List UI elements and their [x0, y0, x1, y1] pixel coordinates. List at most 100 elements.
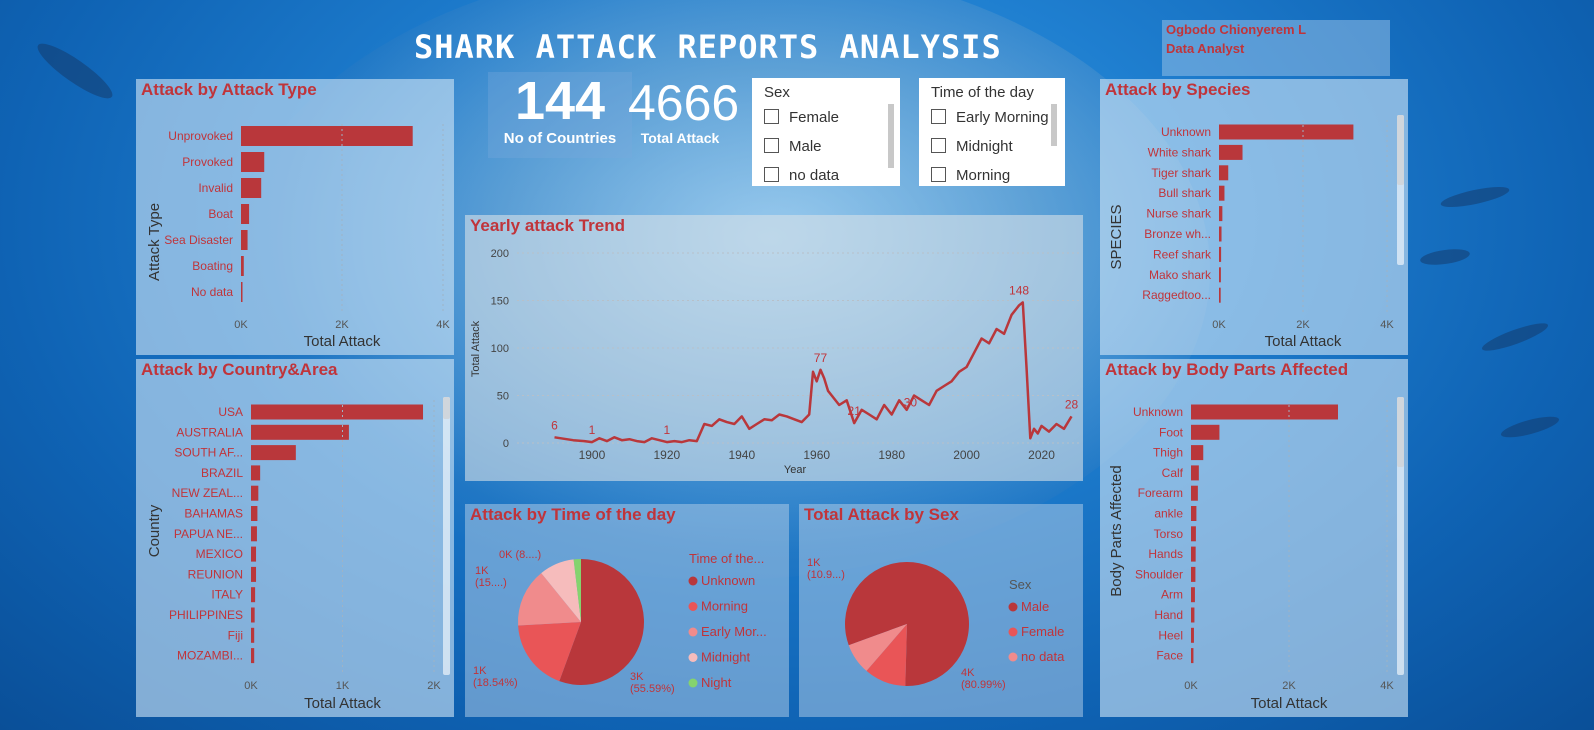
bar: [251, 424, 349, 440]
data-label: 3K: [630, 671, 644, 683]
y-tick-label: 150: [491, 296, 509, 308]
slicer-option-female[interactable]: Female: [764, 109, 839, 126]
bar: [251, 506, 258, 521]
category-label: MEXICO: [196, 547, 243, 561]
category-label: Arm: [1161, 588, 1183, 602]
bar: [251, 627, 255, 643]
sex-chart: 4K(80.99%) 1K(10.9...) Sex Male Female no dat…: [807, 557, 1065, 691]
legend-label: Male: [1021, 599, 1049, 614]
kpi-countries-label: No of Countries: [503, 130, 617, 147]
legend-label: Unknown: [701, 573, 755, 588]
background-fish: [1419, 246, 1471, 268]
x-tick-label: 1900: [579, 448, 606, 462]
bar: [1191, 404, 1338, 420]
slicer-option-midnight[interactable]: Midnight: [931, 138, 1013, 155]
bar: [1191, 648, 1194, 664]
x-tick-label: 1980: [878, 448, 905, 462]
checkbox[interactable]: [931, 167, 946, 182]
legend-label: Midnight: [701, 650, 751, 665]
category-label: Hand: [1154, 608, 1183, 622]
category-label: White shark: [1148, 145, 1212, 159]
bar: [251, 587, 256, 603]
data-label: 6: [551, 418, 558, 432]
bar: [241, 204, 250, 224]
checkbox[interactable]: [931, 138, 946, 153]
checkbox[interactable]: [764, 138, 779, 153]
species-chart: Unknown White shark Tiger shark Bull shark N…: [1108, 115, 1404, 350]
data-label: (10.9...): [807, 569, 845, 581]
checkbox[interactable]: [764, 109, 779, 124]
category-label: ankle: [1154, 507, 1183, 521]
background-fish: [31, 36, 119, 106]
slicer-option-male[interactable]: Male: [764, 138, 822, 155]
y-axis-label: Country: [146, 504, 163, 557]
legend-marker: [688, 576, 698, 586]
data-label: 4K: [961, 667, 975, 679]
sex-slicer-scrollbar[interactable]: [888, 104, 894, 168]
bar: [251, 566, 257, 582]
x-tick-label: 2K: [427, 680, 441, 692]
y-tick-label: 100: [491, 343, 509, 355]
category-label: NEW ZEAL...: [172, 486, 243, 500]
bar: [1191, 566, 1196, 582]
bar: [1191, 465, 1199, 481]
bar: [1191, 445, 1204, 461]
legend-marker: [688, 678, 698, 688]
time-slicer-scrollbar[interactable]: [1051, 104, 1057, 146]
slicer-option-no-data[interactable]: no data: [764, 167, 839, 184]
time-slicer-title: Time of the day: [931, 84, 1034, 101]
category-label: Forearm: [1138, 486, 1183, 500]
category-label: AUSTRALIA: [176, 425, 243, 439]
bar: [1219, 246, 1222, 262]
legend-label: Night: [701, 675, 732, 690]
x-tick-label: 0K: [244, 680, 258, 692]
legend-marker: [688, 627, 698, 637]
attack-type-chart: Unprovoked Provoked Invalid Boat Sea Disaste…: [146, 124, 450, 350]
sex-panel: Total Attack by Sex 4K (80.99%) 1K (10.9...…: [799, 504, 1083, 717]
legend-marker: [688, 653, 698, 662]
data-label: 30: [904, 396, 918, 410]
legend-marker: [1008, 627, 1018, 637]
slicer-option-early-morning[interactable]: Early Morning: [931, 109, 1049, 126]
bar: [1219, 267, 1221, 283]
x-tick-label: 1K: [336, 680, 350, 692]
bar: [251, 445, 296, 461]
data-label: 1K: [807, 557, 821, 569]
category-label: Unprovoked: [168, 129, 233, 143]
category-label: Sea Disaster: [164, 233, 233, 247]
category-label: USA: [218, 405, 243, 419]
sex-slicer-title: Sex: [764, 84, 790, 101]
y-tick-label: 200: [491, 248, 509, 260]
scrollbar-track: [443, 397, 450, 675]
bar: [241, 230, 248, 250]
author-card: Ogbodo Chionyerem L Data Analyst: [1162, 20, 1390, 76]
x-tick-label: 1960: [803, 448, 830, 462]
category-label: Thigh: [1153, 446, 1183, 460]
background-fish: [1439, 182, 1511, 212]
time-slicer[interactable]: Time of the day Early Morning Midnight M…: [919, 78, 1065, 186]
checkbox[interactable]: [764, 167, 779, 182]
sex-slicer[interactable]: Sex Female Male no data: [752, 78, 900, 186]
bar: [1191, 424, 1220, 440]
legend-marker: [1008, 652, 1018, 662]
category-label: Invalid: [198, 181, 233, 195]
slicer-option-morning[interactable]: Morning: [931, 167, 1010, 184]
category-label: Boat: [208, 207, 233, 221]
legend-label: Early Mor...: [701, 624, 767, 639]
x-tick-label: 4K: [436, 319, 450, 331]
category-label: No data: [191, 285, 233, 299]
bar: [241, 282, 243, 302]
body-parts-chart: Unknown Foot Thigh Calf Forearm ankle Torso Han…: [1108, 397, 1404, 712]
category-label: Provoked: [182, 155, 233, 169]
data-label: (18.54%): [473, 677, 518, 689]
category-label: PAPUA NE...: [174, 527, 243, 541]
bar: [241, 178, 262, 198]
category-label: BAHAMAS: [184, 507, 243, 521]
bar: [241, 256, 244, 276]
checkbox[interactable]: [931, 109, 946, 124]
x-axis-label: Total Attack: [304, 333, 381, 350]
body-parts-panel: Attack by Body Parts Affected Unknown Foo…: [1100, 359, 1408, 717]
bar: [1191, 485, 1198, 501]
x-tick-label: 2K: [335, 319, 349, 331]
category-label: Face: [1156, 649, 1183, 663]
